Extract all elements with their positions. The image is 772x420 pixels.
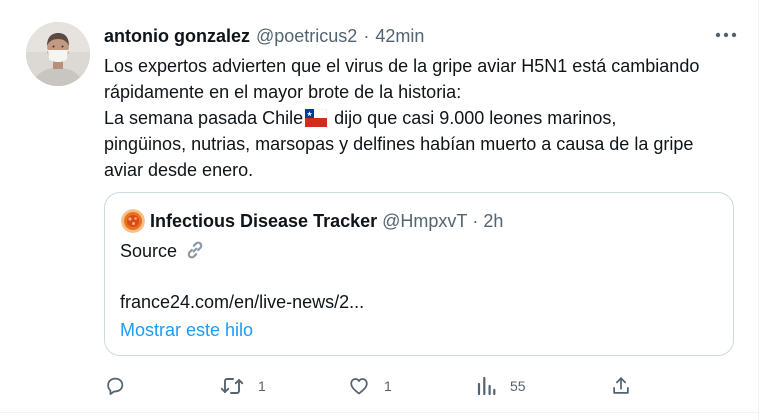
like-icon: [350, 378, 368, 395]
quoted-tweet-header: Infectious Disease Tracker @HmpxvT · 2h: [150, 209, 503, 233]
tweet-action-bar: 1 1 55: [104, 372, 644, 400]
separator-dot: ·: [363, 25, 370, 46]
views-count: 55: [510, 378, 526, 394]
retweet-button[interactable]: 1: [220, 372, 266, 400]
more-options-button[interactable]: [712, 24, 740, 46]
tweet-divider: [0, 412, 758, 413]
quoted-author-handle: @HmpxvT: [382, 210, 468, 231]
quoted-author-display-name: Infectious Disease Tracker: [150, 210, 378, 231]
reply-button[interactable]: [104, 372, 126, 400]
quoted-tweet-timestamp: 2h: [483, 210, 504, 231]
avatar[interactable]: [26, 22, 90, 86]
separator-dot: ·: [472, 210, 479, 231]
tweet-text-line: pingüinos, nutrias, marsopas y delfines …: [104, 134, 694, 154]
avatar-image: [26, 22, 90, 86]
quoted-tweet-link[interactable]: france24.com/en/live-news/2...: [120, 289, 364, 315]
tweet-text: Los expertos advierten que el virus de l…: [104, 53, 744, 183]
like-button[interactable]: 1: [348, 372, 392, 400]
reply-icon: [107, 377, 124, 395]
quoted-tweet[interactable]: Infectious Disease Tracker @HmpxvT · 2h …: [104, 192, 734, 356]
quoted-author-avatar[interactable]: [121, 209, 145, 233]
quoted-tweet-text: Source: [120, 238, 206, 264]
tweet-header: antonio gonzalez @poetricus2 · 42min: [104, 24, 424, 48]
tweet-text-fragment: dijo que casi 9.000 leones marinos,: [334, 108, 617, 128]
tweet-text-fragment: La semana pasada Chile: [104, 108, 304, 128]
more-horizontal-icon: [715, 32, 737, 38]
like-count: 1: [384, 378, 392, 394]
show-thread-link[interactable]: Mostrar este hilo: [120, 317, 253, 343]
share-icon: [613, 377, 629, 394]
views-button[interactable]: 55: [476, 372, 526, 400]
tweet-text-line: Los expertos advierten que el virus de l…: [104, 56, 700, 76]
column-divider: [758, 0, 759, 420]
tweet-timestamp[interactable]: 42min: [375, 26, 424, 47]
author-display-name[interactable]: antonio gonzalez: [104, 26, 250, 47]
tweet-text-line: rápidamente en el mayor brote de la hist…: [104, 82, 462, 102]
tweet-text-line: La semana pasada Chile dijo que casi 9.0…: [104, 105, 744, 131]
tweet[interactable]: antonio gonzalez @poetricus2 · 42min Los…: [0, 0, 772, 420]
retweet-count: 1: [258, 378, 266, 394]
author-handle[interactable]: @poetricus2: [256, 26, 357, 47]
tweet-text-line: aviar desde enero.: [104, 160, 254, 180]
link-icon: [187, 241, 203, 259]
quoted-tweet-source-label: Source: [120, 241, 178, 261]
share-button[interactable]: [610, 372, 632, 400]
retweet-icon: [220, 378, 244, 394]
chile-flag-icon: [305, 109, 328, 127]
views-icon: [477, 376, 496, 396]
